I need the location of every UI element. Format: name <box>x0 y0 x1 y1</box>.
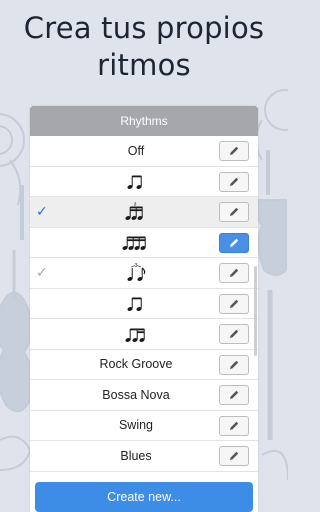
rhythm-label: Rock Groove <box>99 357 173 372</box>
pencil-icon <box>230 329 239 338</box>
rhythms-panel: Rhythms Off ✓ 3 ✓ 3 Rock Groove Bossa Nova Swin… <box>30 106 258 512</box>
rhythm-row[interactable]: Blues <box>30 441 258 472</box>
rhythm-label <box>54 319 218 349</box>
edit-rhythm-button[interactable] <box>219 202 249 222</box>
rhythm-row[interactable] <box>30 228 258 258</box>
eighth-notes-icon <box>127 175 142 190</box>
create-new-button[interactable]: Create new... <box>35 482 253 512</box>
edit-rhythm-button[interactable] <box>219 385 249 405</box>
checkmark-icon: ✓ <box>36 264 48 281</box>
pencil-icon <box>230 238 239 247</box>
rhythm-row[interactable] <box>30 289 258 319</box>
rhythm-row[interactable]: Swing <box>30 411 258 441</box>
edit-rhythm-button[interactable] <box>219 293 249 314</box>
pencil-icon <box>230 421 239 430</box>
panel-title: Rhythms <box>120 114 168 128</box>
rhythm-label <box>54 167 218 197</box>
edit-rhythm-button[interactable] <box>219 415 249 436</box>
pencil-icon <box>230 146 239 155</box>
rhythm-label <box>54 228 218 258</box>
rhythm-row[interactable] <box>30 167 258 197</box>
edit-rhythm-button[interactable] <box>219 171 249 192</box>
pencil-icon <box>230 360 239 369</box>
headline-line-2: ritmos <box>97 48 191 82</box>
edit-rhythm-button[interactable] <box>219 324 249 344</box>
headline: Crea tus propios ritmos <box>0 10 288 84</box>
rhythm-row[interactable]: ✓ 3 <box>30 197 258 228</box>
pencil-icon <box>230 451 239 460</box>
eighth-notes-icon <box>127 297 142 312</box>
edit-rhythm-button[interactable] <box>219 141 249 161</box>
rhythm-label: Bossa Nova <box>102 387 170 402</box>
rhythm-list: Off ✓ 3 ✓ 3 Rock Groove Bossa Nova Swing Blues <box>30 136 258 472</box>
rhythm-label <box>54 289 218 319</box>
rhythm-label: Blues <box>120 448 152 463</box>
swing-triplet-icon: 3 <box>127 263 146 281</box>
edit-rhythm-button[interactable] <box>219 446 249 466</box>
rhythm-row[interactable] <box>30 319 258 350</box>
rhythm-label: 3 <box>54 258 218 288</box>
pencil-icon <box>230 299 239 308</box>
pencil-icon <box>230 390 239 399</box>
checkmark-icon: ✓ <box>36 203 48 220</box>
edit-rhythm-button[interactable] <box>219 354 249 375</box>
rhythm-row[interactable]: Rock Groove <box>30 350 258 380</box>
rhythm-row[interactable]: Bossa Nova <box>30 380 258 411</box>
rhythm-label: 3 <box>54 197 218 227</box>
rhythm-row[interactable]: ✓ 3 <box>30 258 258 289</box>
scrollbar[interactable] <box>254 266 257 356</box>
rhythm-row[interactable]: Off <box>30 136 258 167</box>
pencil-icon <box>230 268 239 277</box>
create-new-label: Create new... <box>107 490 181 504</box>
panel-header: Rhythms <box>30 106 258 136</box>
svg-text:3: 3 <box>135 263 138 269</box>
rhythm-label: Off <box>127 143 145 158</box>
rhythm-label: Swing <box>118 418 154 433</box>
edit-rhythm-button[interactable] <box>219 263 249 283</box>
edit-rhythm-button[interactable] <box>219 232 249 253</box>
pencil-icon <box>230 177 239 186</box>
svg-text:3: 3 <box>134 202 137 208</box>
headline-line-1: Crea tus propios <box>23 11 265 45</box>
eighth-two-sixteenths-icon <box>125 328 145 342</box>
pencil-icon <box>230 207 239 216</box>
triplet-sixteenths-icon: 3 <box>125 202 143 220</box>
four-sixteenths-icon <box>122 236 146 251</box>
